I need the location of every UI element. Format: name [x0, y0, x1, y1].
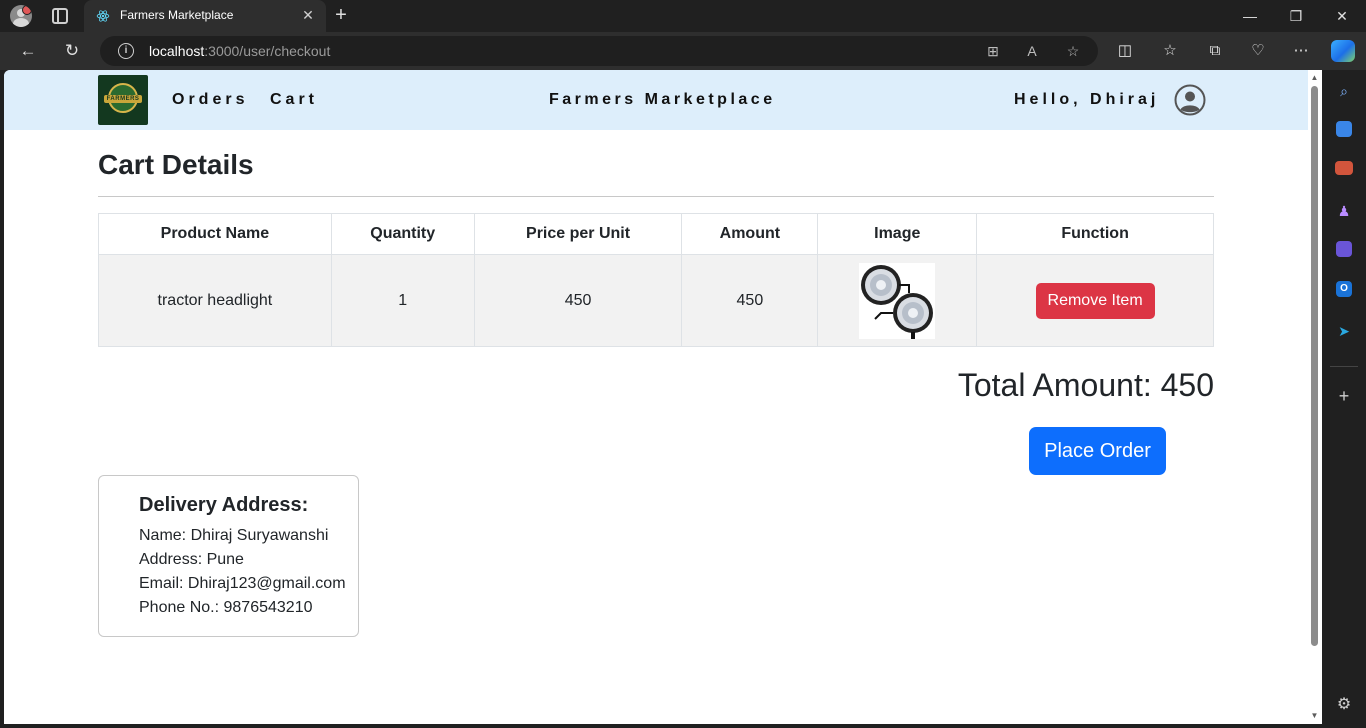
- cell-function: Remove Item: [976, 254, 1214, 347]
- split-screen-icon[interactable]: ◫: [1115, 41, 1135, 61]
- tab-actions-icon[interactable]: [52, 8, 68, 24]
- delivery-phone: Phone No.: 9876543210: [139, 599, 313, 616]
- refresh-icon[interactable]: ↻: [62, 41, 82, 61]
- copilot-icon[interactable]: [1331, 40, 1355, 62]
- profile-avatar-icon[interactable]: [10, 5, 32, 27]
- tab-close-icon[interactable]: ✕: [300, 6, 316, 24]
- col-function: Function: [976, 213, 1214, 255]
- cell-product-name: tractor headlight: [98, 254, 332, 347]
- favorite-star-icon[interactable]: ☆: [1064, 42, 1082, 60]
- nav-cart-link[interactable]: Cart: [270, 91, 318, 109]
- col-price-per-unit: Price per Unit: [473, 213, 683, 255]
- col-amount: Amount: [681, 213, 819, 255]
- cell-price-per-unit: 450: [473, 254, 683, 347]
- cart-header-row: Product Name Quantity Price per Unit Amo…: [98, 213, 1214, 255]
- url-text[interactable]: localhost:3000/user/checkout: [149, 43, 330, 59]
- cart-table: Product Name Quantity Price per Unit Amo…: [98, 213, 1214, 347]
- react-favicon-icon: [96, 10, 110, 22]
- read-aloud-icon[interactable]: A: [1023, 42, 1041, 60]
- collections-icon[interactable]: ⧉: [1205, 41, 1225, 61]
- cell-amount: 450: [681, 254, 819, 347]
- page-scrollbar[interactable]: ▲ ▼: [1308, 72, 1320, 722]
- tab-title: Farmers Marketplace: [120, 8, 234, 22]
- table-row: tractor headlight 1 450 450 Remove Item: [98, 254, 1214, 347]
- new-tab-icon[interactable]: +: [330, 4, 352, 26]
- delivery-address: Address: Pune: [139, 551, 244, 568]
- browser-essentials-icon[interactable]: ♡: [1248, 41, 1268, 61]
- total-amount: Total Amount: 450: [957, 367, 1214, 403]
- user-greeting: Hello, Dhiraj: [1014, 91, 1160, 108]
- outlook-icon[interactable]: O: [1336, 281, 1352, 297]
- cell-quantity: 1: [330, 254, 475, 347]
- site-info-icon[interactable]: i: [118, 43, 134, 59]
- edge-sidebar: ⌕ ♟ O ➤ + ⚙: [1322, 70, 1366, 728]
- page-title: Cart Details: [98, 149, 254, 180]
- col-image: Image: [817, 213, 978, 255]
- app-available-icon[interactable]: ⊞: [984, 42, 1002, 60]
- tools-briefcase-icon[interactable]: [1335, 161, 1353, 175]
- games-icon[interactable]: ♟: [1334, 201, 1354, 221]
- browser-titlebar: Farmers Marketplace ✕ + — ❐ ✕: [0, 0, 1366, 32]
- user-account-icon[interactable]: [1174, 84, 1206, 116]
- title-divider: [98, 196, 1214, 197]
- delivery-name: Name: Dhiraj Suryawanshi: [139, 527, 329, 544]
- browser-tab[interactable]: Farmers Marketplace ✕: [84, 0, 326, 32]
- address-bar[interactable]: i localhost:3000/user/checkout ⊞ A ☆: [100, 36, 1098, 66]
- browser-toolbar: ← ↻ i localhost:3000/user/checkout ⊞ A ☆…: [0, 32, 1366, 70]
- place-order-button[interactable]: Place Order: [1029, 427, 1166, 475]
- col-product-name: Product Name: [98, 213, 332, 255]
- window-close-icon[interactable]: ✕: [1332, 6, 1352, 26]
- brand-title[interactable]: Farmers Marketplace: [549, 91, 776, 109]
- restore-icon[interactable]: ❐: [1286, 6, 1306, 26]
- farmers-logo[interactable]: FARMERS: [98, 75, 148, 125]
- delivery-email: Email: Dhiraj123@gmail.com: [139, 575, 346, 592]
- scroll-up-icon[interactable]: ▲: [1310, 74, 1319, 82]
- microsoft-365-icon[interactable]: [1336, 241, 1352, 257]
- sidebar-settings-icon[interactable]: ⚙: [1334, 695, 1354, 715]
- add-sidebar-icon[interactable]: +: [1334, 386, 1354, 406]
- sidebar-divider: [1330, 366, 1358, 367]
- delivery-address-card: Delivery Address: Name: Dhiraj Suryawans…: [98, 475, 359, 637]
- site-navbar: FARMERS Orders Cart Farmers Marketplace …: [4, 70, 1308, 130]
- cell-image: [817, 254, 978, 347]
- page-viewport: FARMERS Orders Cart Farmers Marketplace …: [4, 70, 1322, 724]
- scroll-down-icon[interactable]: ▼: [1310, 712, 1319, 720]
- scroll-thumb[interactable]: [1311, 86, 1318, 646]
- delivery-address-title: Delivery Address:: [139, 494, 309, 516]
- col-quantity: Quantity: [330, 213, 475, 255]
- minimize-icon[interactable]: —: [1240, 6, 1260, 26]
- favorites-icon[interactable]: ☆: [1160, 41, 1180, 61]
- send-icon[interactable]: ➤: [1334, 321, 1354, 341]
- more-menu-icon[interactable]: ⋯: [1291, 41, 1311, 61]
- nav-orders-link[interactable]: Orders: [172, 91, 248, 109]
- shopping-tag-icon[interactable]: [1336, 121, 1352, 137]
- tractor-headlight-image: [859, 262, 936, 339]
- remove-item-button[interactable]: Remove Item: [1035, 282, 1155, 319]
- search-icon[interactable]: ⌕: [1334, 81, 1354, 101]
- back-icon[interactable]: ←: [18, 41, 38, 61]
